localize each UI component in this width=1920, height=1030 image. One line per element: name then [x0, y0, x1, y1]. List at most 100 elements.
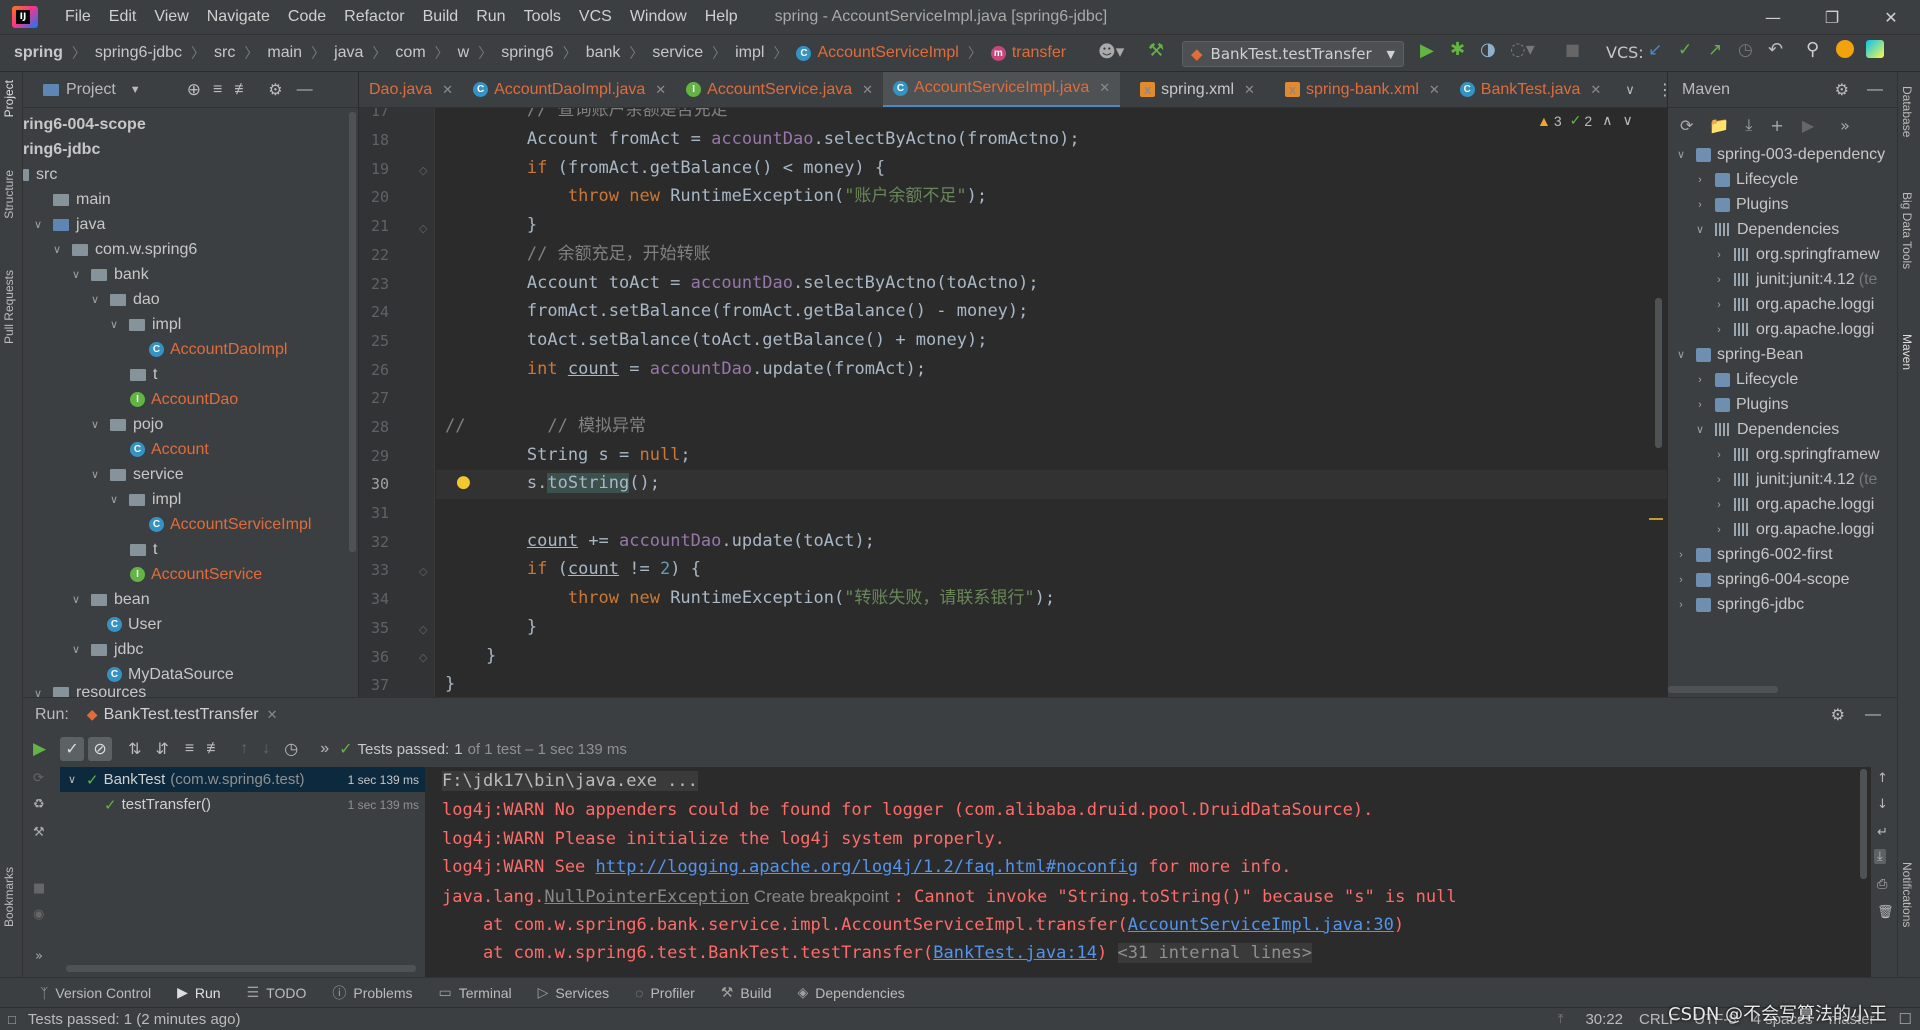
test-tree-scrollbar[interactable]	[66, 965, 416, 972]
tab-dao[interactable]: Dao.java ✕	[359, 72, 463, 107]
chevron-down-icon[interactable]: ∨	[1693, 423, 1707, 436]
profile-icon[interactable]: ◌▾	[1510, 39, 1535, 60]
intellij-logo-icon[interactable]: IJ	[12, 6, 38, 28]
console-scrollbar[interactable]	[1860, 769, 1867, 879]
crumb-project[interactable]: spring	[14, 44, 63, 62]
sort-alpha-icon[interactable]: ⇅	[128, 739, 141, 759]
coverage-icon[interactable]: ◑	[1480, 39, 1496, 60]
tree-row[interactable]: src	[23, 162, 358, 187]
crumb-main[interactable]: main	[267, 44, 302, 62]
chevron-down-icon[interactable]: ∨	[68, 773, 80, 786]
maven-row[interactable]: › org.apache.loggi	[1668, 292, 1897, 317]
close-icon[interactable]: ✕	[862, 82, 873, 98]
stacktrace-link[interactable]: BankTest.java:14	[933, 943, 1097, 963]
fold-icon[interactable]: ◇	[419, 651, 427, 664]
more-icon[interactable]: »	[1840, 116, 1850, 135]
menu-window[interactable]: Window	[621, 8, 696, 26]
crumb-spring6[interactable]: spring6	[501, 44, 553, 62]
tree-row[interactable]: ∨ resources	[23, 687, 358, 697]
internal-lines-fold[interactable]: <31 internal lines>	[1117, 943, 1313, 963]
chevron-down-icon[interactable]: ∨	[31, 218, 45, 231]
run-icon[interactable]: ▶	[1802, 116, 1814, 135]
chevron-right-icon[interactable]: ›	[1712, 474, 1726, 486]
fold-icon[interactable]: ◇	[419, 565, 427, 578]
chevron-down-icon[interactable]: ∨	[1674, 148, 1688, 161]
crumb-w[interactable]: w	[458, 44, 470, 62]
tool-tab-database[interactable]: Database	[1900, 86, 1914, 137]
crumb-java[interactable]: java	[334, 44, 363, 62]
download-icon[interactable]: ⤓	[1745, 115, 1752, 135]
chevron-right-icon[interactable]: ›	[1712, 249, 1726, 261]
tab-account-dao-impl[interactable]: C AccountDaoImpl.java ✕	[463, 72, 676, 107]
scroll-to-end-icon[interactable]: ⤓	[1874, 849, 1886, 864]
maven-row[interactable]: › Lifecycle	[1668, 367, 1897, 392]
expand-all-icon[interactable]: ≡	[213, 81, 222, 99]
user-icon[interactable]: ☻▾	[1098, 42, 1124, 62]
menu-build[interactable]: Build	[414, 8, 468, 26]
add-icon[interactable]: +	[1770, 116, 1783, 135]
chevron-right-icon[interactable]: ›	[1693, 199, 1707, 211]
tool-tab-profiler[interactable]: ◌ Profiler	[635, 985, 695, 1001]
menu-run[interactable]: Run	[467, 8, 514, 26]
warning-stripe[interactable]	[1649, 518, 1663, 520]
update-icon[interactable]	[1836, 40, 1854, 58]
menu-view[interactable]: View	[145, 8, 197, 26]
history-icon[interactable]: ◷	[1738, 40, 1753, 60]
tree-row[interactable]: ∨ impl	[23, 487, 358, 512]
tab-account-service-impl[interactable]: C AccountServiceImpl.java ✕	[883, 72, 1121, 107]
prev-test-icon[interactable]: ↑	[240, 740, 248, 758]
tool-tab-big-data-tools[interactable]: Big Data Tools	[1900, 192, 1914, 269]
maven-row[interactable]: › org.apache.loggi	[1668, 317, 1897, 342]
tree-row[interactable]: ring6-jdbc	[23, 137, 358, 162]
locate-icon[interactable]: ⊕	[187, 80, 201, 100]
chevron-down-icon[interactable]: ∨	[107, 493, 121, 506]
next-test-icon[interactable]: ↓	[262, 740, 270, 758]
maven-row[interactable]: › Lifecycle	[1668, 167, 1897, 192]
run-icon[interactable]: ▶	[1420, 40, 1434, 61]
maven-row[interactable]: ∨ spring-Bean	[1668, 342, 1897, 367]
close-icon[interactable]: ✕	[655, 82, 666, 98]
tool-tab-run[interactable]: ▶ Run	[177, 984, 220, 1001]
tree-row[interactable]: C AccountDaoImpl	[23, 337, 358, 362]
add-folder-icon[interactable]: 📁	[1709, 116, 1729, 135]
maven-row[interactable]: › junit:junit:4.12 (te	[1668, 467, 1897, 492]
tool-tab-structure[interactable]: Structure	[2, 170, 16, 219]
fold-icon[interactable]: ◇	[419, 623, 427, 636]
stop-icon[interactable]: ■	[1565, 40, 1580, 59]
tree-row[interactable]: C Account	[23, 437, 358, 462]
tree-row[interactable]: ∨ bank	[23, 262, 358, 287]
gear-icon[interactable]: ⚙	[1831, 705, 1845, 725]
chevron-right-icon[interactable]: ›	[1693, 374, 1707, 386]
rerun-icon[interactable]: ▶	[33, 739, 46, 759]
tool-tab-bookmarks[interactable]: Bookmarks	[2, 867, 16, 927]
close-icon[interactable]: ✕	[267, 707, 278, 723]
hide-icon[interactable]: —	[1867, 81, 1883, 99]
maven-row[interactable]: ∨ Dependencies	[1668, 417, 1897, 442]
minimize-icon[interactable]: —	[1744, 0, 1802, 34]
tree-row[interactable]: ∨ bean	[23, 587, 358, 612]
chevron-down-icon[interactable]: ∨	[69, 643, 83, 656]
fold-icon[interactable]: ◇	[419, 222, 427, 235]
tab-bank-test[interactable]: C BankTest.java ✕	[1450, 72, 1612, 107]
tree-row[interactable]: ring6-004-scope	[23, 112, 358, 137]
editor-scrollbar[interactable]	[1655, 298, 1662, 448]
print-icon[interactable]: ⎙	[1877, 877, 1887, 892]
chevron-down-icon[interactable]: ∨	[1693, 223, 1707, 236]
tree-row[interactable]: I AccountDao	[23, 387, 358, 412]
tree-row[interactable]: ∨ pojo	[23, 412, 358, 437]
crumb-bank[interactable]: bank	[586, 44, 621, 62]
close-icon[interactable]: ✕	[1590, 82, 1601, 98]
chevron-down-icon[interactable]: ∨	[107, 318, 121, 331]
crumb-service[interactable]: service	[652, 44, 703, 62]
close-icon[interactable]: ✕	[1429, 82, 1440, 98]
vcs-commit-icon[interactable]: ✓	[1678, 40, 1692, 60]
menu-edit[interactable]: Edit	[100, 8, 146, 26]
tree-row[interactable]: C AccountServiceImpl	[23, 512, 358, 537]
tool-tab-pull-requests[interactable]: Pull Requests	[2, 270, 16, 344]
caret-position[interactable]: 30:22	[1585, 1011, 1623, 1028]
sort-duration-icon[interactable]: ⇵	[155, 739, 168, 759]
chevron-right-icon[interactable]: ›	[1712, 499, 1726, 511]
crumb-module[interactable]: spring6-jdbc	[95, 44, 182, 62]
gear-icon[interactable]: ⚙	[268, 80, 282, 100]
exception-link[interactable]: NullPointerException	[544, 887, 749, 907]
